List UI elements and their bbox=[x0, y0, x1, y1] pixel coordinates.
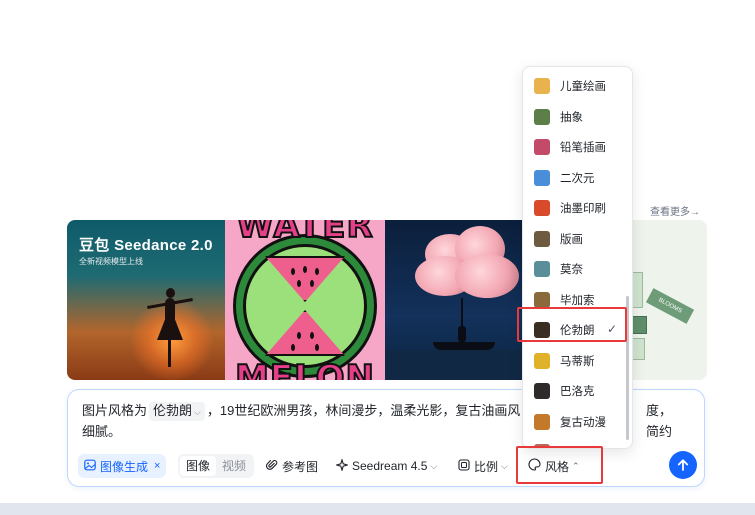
seed bbox=[291, 268, 295, 275]
banner-title: 豆包 Seedance 2.0 bbox=[79, 237, 213, 254]
style-thumbnail bbox=[534, 291, 550, 308]
seed bbox=[315, 344, 319, 351]
chevron-down-icon: ⌵ bbox=[430, 460, 438, 471]
composer-toolbar: 图像生成 × 图像 视频 参考图 Seedream 4.5 ⌵ 比例 ⌵ 风格 … bbox=[76, 454, 696, 478]
style-chip[interactable]: 伦勃朗 ⌵ bbox=[149, 402, 205, 421]
style-menu-item-label: 抽象 bbox=[560, 111, 583, 124]
style-menu-item[interactable]: 二次元 bbox=[523, 166, 632, 190]
dancer-silhouette-leg bbox=[168, 335, 171, 367]
style-thumbnail bbox=[534, 352, 550, 369]
image-generation-label: 图像生成 bbox=[100, 459, 149, 474]
reference-image-label: 参考图 bbox=[282, 459, 319, 474]
blooms-sign: BLOOMS bbox=[645, 288, 695, 324]
highlight-box-selected-style bbox=[517, 307, 627, 342]
highlight-box-style-button bbox=[516, 446, 603, 484]
style-dropdown-menu: 儿童绘画 抽象 铅笔插画 二次元 油墨印刷 版画 莫奈 毕加索 伦勃朗 ✓ 马蒂斯 巴洛克 复古动漫 bbox=[522, 66, 633, 449]
style-menu-item-label: 马蒂斯 bbox=[560, 355, 595, 368]
reference-image-button[interactable]: 参考图 bbox=[266, 454, 318, 478]
image-generation-tag[interactable]: 图像生成 × bbox=[78, 454, 167, 478]
prompt-line2: 细腻。 bbox=[82, 424, 122, 439]
mode-switch: 图像 视频 bbox=[178, 454, 255, 478]
sparkle-icon bbox=[334, 457, 350, 474]
style-menu-item[interactable]: 复古动漫 bbox=[523, 410, 632, 434]
watermelon-poster-card[interactable]: WATER MELON bbox=[225, 220, 385, 380]
style-menu-item-label: 儿童绘画 bbox=[560, 81, 606, 93]
prompt-line1: ，19世纪欧洲男孩，林间漫步，温柔光影，复古油画风 bbox=[206, 403, 521, 418]
style-thumbnail bbox=[534, 108, 550, 125]
style-menu-item-label: 二次元 bbox=[560, 172, 595, 185]
page: 查看更多→ 豆包 Seedance 2.0 全新视频模型上线 WATER MEL… bbox=[0, 0, 755, 515]
style-menu-item[interactable]: 版画 bbox=[523, 227, 632, 251]
banner-subtitle: 全新视频模型上线 bbox=[79, 257, 143, 266]
mode-video-tab[interactable]: 视频 bbox=[216, 456, 252, 476]
style-menu-item-label: 铅笔插画 bbox=[560, 142, 606, 154]
poster-word-top: WATER bbox=[235, 220, 374, 247]
dancer-silhouette-head bbox=[166, 288, 175, 298]
image-icon bbox=[84, 459, 96, 474]
style-thumbnail bbox=[534, 200, 550, 216]
style-menu-item-label: 版画 bbox=[560, 233, 583, 246]
style-menu-item[interactable]: 抽象 bbox=[523, 105, 632, 129]
style-thumbnail bbox=[534, 78, 550, 94]
ratio-label: 比例 bbox=[474, 459, 499, 474]
style-menu-item[interactable]: 油墨印刷 bbox=[523, 196, 632, 220]
seed bbox=[303, 266, 307, 273]
style-thumbnail bbox=[534, 383, 550, 399]
seed bbox=[310, 332, 314, 339]
style-thumbnail bbox=[534, 139, 550, 155]
paperclip-icon bbox=[266, 459, 278, 474]
model-label: Seedream 4.5 bbox=[352, 459, 428, 473]
seed bbox=[291, 344, 295, 351]
style-menu-item-label: 巴洛克 bbox=[560, 386, 595, 398]
style-menu-item-label: 油墨印刷 bbox=[560, 203, 606, 215]
seed bbox=[315, 268, 319, 275]
chevron-down-icon: ⌵ bbox=[501, 460, 508, 471]
style-menu-item-label: 复古动漫 bbox=[560, 416, 606, 429]
style-menu-item[interactable]: 儿童绘画 bbox=[523, 74, 632, 98]
prompt-prefix: 图片风格为 bbox=[82, 403, 148, 418]
style-menu-item[interactable]: 铅笔插画 bbox=[523, 135, 632, 159]
seedance-banner-card[interactable]: 豆包 Seedance 2.0 全新视频模型上线 bbox=[67, 220, 225, 380]
model-selector[interactable]: Seedream 4.5 ⌵ bbox=[334, 454, 438, 478]
style-menu-item[interactable]: 马蒂斯 bbox=[523, 349, 632, 373]
aspect-ratio-icon bbox=[458, 458, 470, 474]
style-menu-item[interactable]: 莫奈 bbox=[523, 257, 632, 281]
send-button[interactable] bbox=[669, 451, 697, 479]
style-menu-item-label: 莫奈 bbox=[560, 264, 583, 276]
mode-image-tab[interactable]: 图像 bbox=[180, 456, 217, 476]
prompt-tail: 度，简约 bbox=[646, 403, 673, 439]
style-chip-label: 伦勃朗 bbox=[153, 403, 193, 418]
chevron-down-icon: ⌵ bbox=[194, 407, 201, 417]
style-thumbnail bbox=[534, 230, 550, 247]
view-more-link[interactable]: 查看更多→ bbox=[650, 203, 700, 218]
cloud-puff bbox=[455, 254, 519, 298]
ratio-selector[interactable]: 比例 ⌵ bbox=[458, 454, 508, 478]
style-thumbnail bbox=[534, 169, 550, 186]
seed bbox=[297, 280, 301, 287]
style-thumbnail bbox=[534, 413, 550, 430]
close-icon[interactable]: × bbox=[154, 460, 160, 472]
seed bbox=[297, 332, 301, 339]
style-menu-item-label: 毕加索 bbox=[560, 294, 595, 307]
footer-strip bbox=[0, 503, 755, 515]
boater-silhouette bbox=[458, 326, 466, 342]
seed bbox=[310, 280, 314, 287]
poster-word-bottom: MELON bbox=[234, 357, 375, 380]
style-thumbnail bbox=[534, 261, 550, 277]
boat-silhouette bbox=[433, 342, 495, 350]
style-menu-item[interactable]: 巴洛克 bbox=[523, 379, 632, 403]
arrow-up-icon bbox=[677, 459, 689, 471]
